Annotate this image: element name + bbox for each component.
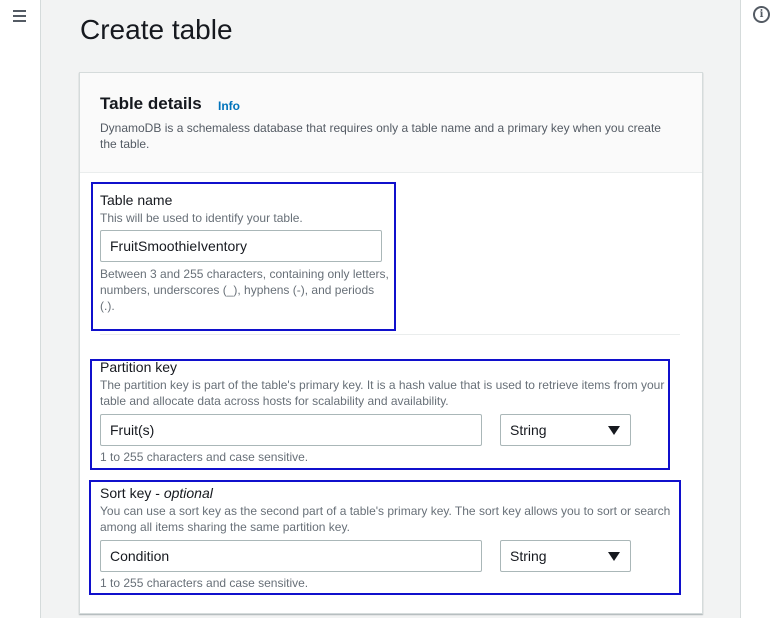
sort-key-label: Sort key - optional — [100, 485, 213, 501]
panel-description: DynamoDB is a schemaless database that r… — [100, 121, 661, 151]
sort-key-input[interactable] — [100, 540, 482, 572]
sort-key-constraint: 1 to 255 characters and case sensitive. — [100, 576, 309, 590]
caret-down-icon — [608, 552, 620, 561]
partition-key-type-select[interactable]: String — [500, 414, 631, 446]
optional-tag: optional — [163, 485, 213, 501]
sort-key-description: You can use a sort key as the second par… — [100, 504, 671, 534]
sort-key-label-text: Sort key — [100, 485, 152, 501]
sort-key-type-select[interactable]: String — [500, 540, 631, 572]
table-name-constraint: Between 3 and 255 characters, containing… — [100, 267, 389, 313]
panel-title: Table details — [100, 94, 202, 113]
table-name-description: This will be used to identify your table… — [100, 211, 303, 225]
info-circle-icon[interactable]: i — [753, 6, 770, 23]
caret-down-icon — [608, 426, 620, 435]
hamburger-menu-icon[interactable] — [12, 8, 28, 24]
partition-key-type-value: String — [510, 422, 547, 438]
partition-key-label: Partition key — [100, 359, 178, 375]
tools-rail: i — [740, 0, 776, 618]
main-content: Create table Table details Info DynamoDB… — [41, 0, 740, 618]
table-name-label: Table name — [100, 192, 173, 208]
partition-key-description: The partition key is part of the table's… — [100, 378, 665, 408]
section-divider — [100, 334, 680, 335]
sort-key-label-separator: - — [151, 485, 164, 501]
table-details-panel: Table details Info DynamoDB is a schemal… — [79, 72, 703, 614]
table-name-input[interactable] — [100, 230, 382, 262]
partition-key-constraint: 1 to 255 characters and case sensitive. — [100, 450, 309, 464]
info-link[interactable]: Info — [218, 99, 240, 113]
panel-header: Table details Info DynamoDB is a schemal… — [80, 73, 702, 173]
page-title: Create table — [80, 14, 233, 45]
partition-key-input[interactable] — [100, 414, 482, 446]
navigation-rail — [0, 0, 41, 618]
sort-key-type-value: String — [510, 548, 547, 564]
